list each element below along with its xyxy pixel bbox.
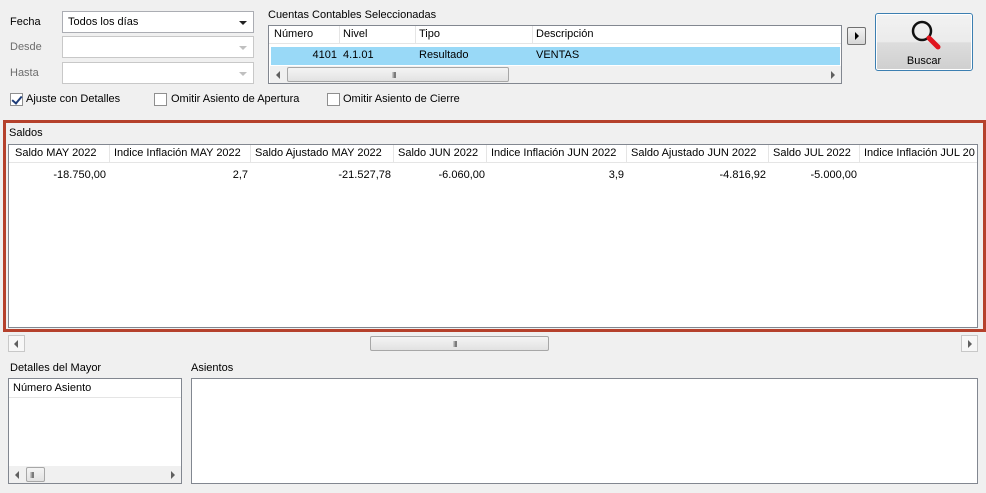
ajuste-label: Ajuste con Detalles bbox=[26, 93, 121, 105]
fecha-label: Fecha bbox=[10, 16, 41, 28]
detalles-hscrollbar[interactable]: III bbox=[9, 466, 181, 483]
cuentas-grid: Número Nivel Tipo Descripción 4101 4.1.0… bbox=[268, 25, 842, 84]
cuentas-hscrollbar[interactable]: III bbox=[270, 66, 841, 83]
desde-select[interactable] bbox=[62, 36, 254, 58]
asientos-panel[interactable] bbox=[191, 378, 978, 484]
col-saldo-may[interactable]: Saldo MAY 2022 bbox=[11, 145, 110, 163]
cell-numero: 4101 bbox=[312, 49, 337, 61]
col-indice-jun[interactable]: Indice Inflación JUN 2022 bbox=[487, 145, 627, 163]
detalles-title: Detalles del Mayor bbox=[10, 362, 102, 374]
apertura-label: Omitir Asiento de Apertura bbox=[171, 93, 300, 105]
cell-saldo-jul: -5.000,00 bbox=[810, 169, 857, 181]
scroll-left-button[interactable] bbox=[9, 466, 26, 483]
ajuste-checkbox[interactable] bbox=[10, 93, 23, 106]
hasta-select[interactable] bbox=[62, 62, 254, 84]
scroll-left-button[interactable] bbox=[270, 66, 287, 83]
cell-indice-may: 2,7 bbox=[232, 169, 248, 181]
scroll-thumb[interactable]: III bbox=[370, 336, 549, 351]
col-numero[interactable]: Número bbox=[271, 26, 340, 44]
col-ajustado-jun[interactable]: Saldo Ajustado JUN 2022 bbox=[627, 145, 769, 163]
hasta-label: Hasta bbox=[10, 67, 39, 79]
scroll-right-button[interactable] bbox=[961, 335, 978, 352]
cierre-label: Omitir Asiento de Cierre bbox=[343, 93, 460, 105]
col-ajustado-may[interactable]: Saldo Ajustado MAY 2022 bbox=[251, 145, 394, 163]
fecha-select-value: Todos los días bbox=[68, 16, 139, 28]
scroll-left-button[interactable] bbox=[8, 335, 25, 352]
expand-button[interactable] bbox=[847, 27, 866, 45]
saldos-grid: Saldo MAY 2022 Indice Inflación MAY 2022… bbox=[8, 144, 978, 328]
buscar-label: Buscar bbox=[906, 55, 942, 67]
search-icon bbox=[911, 20, 941, 50]
chevron-down-icon bbox=[239, 21, 247, 25]
cell-ajustado-may: -21.527,78 bbox=[338, 169, 391, 181]
saldos-title: Saldos bbox=[9, 127, 43, 139]
cell-nivel: 4.1.01 bbox=[343, 49, 374, 61]
col-descripcion[interactable]: Descripción bbox=[533, 26, 841, 44]
cell-ajustado-jun: -4.816,92 bbox=[719, 169, 766, 181]
col-indice-may[interactable]: Indice Inflación MAY 2022 bbox=[110, 145, 251, 163]
saldos-hscrollbar[interactable]: III bbox=[8, 335, 978, 352]
table-row[interactable]: 4101 4.1.01 Resultado VENTAS bbox=[271, 47, 840, 65]
cierre-checkbox[interactable] bbox=[327, 93, 340, 106]
cell-tipo: Resultado bbox=[419, 49, 469, 61]
cell-indice-jun: 3,9 bbox=[608, 169, 624, 181]
desde-label: Desde bbox=[10, 41, 42, 53]
cell-saldo-jun: -6.060,00 bbox=[438, 169, 485, 181]
chevron-down-icon bbox=[239, 46, 247, 50]
scroll-right-button[interactable] bbox=[164, 466, 181, 483]
cuentas-header: Número Nivel Tipo Descripción bbox=[269, 26, 841, 44]
cell-saldo-may: -18.750,00 bbox=[53, 169, 106, 181]
detalles-header: Número Asiento bbox=[9, 379, 181, 398]
fecha-select[interactable]: Todos los días bbox=[62, 11, 254, 33]
chevron-down-icon bbox=[239, 72, 247, 76]
arrow-right-icon bbox=[855, 32, 859, 40]
cuentas-title: Cuentas Contables Seleccionadas bbox=[268, 9, 437, 21]
col-tipo[interactable]: Tipo bbox=[416, 26, 533, 44]
col-saldo-jul[interactable]: Saldo JUL 2022 bbox=[769, 145, 860, 163]
col-indice-jul[interactable]: Indice Inflación JUL 20 bbox=[860, 145, 977, 163]
apertura-checkbox[interactable] bbox=[154, 93, 167, 106]
buscar-button[interactable]: Buscar bbox=[875, 13, 973, 71]
col-nivel[interactable]: Nivel bbox=[340, 26, 416, 44]
saldos-header: Saldo MAY 2022 Indice Inflación MAY 2022… bbox=[9, 145, 977, 163]
detalles-list[interactable]: Número Asiento III bbox=[8, 378, 182, 484]
scroll-thumb[interactable]: III bbox=[287, 67, 509, 82]
cell-descripcion: VENTAS bbox=[536, 49, 580, 61]
asientos-title: Asientos bbox=[191, 362, 234, 374]
scroll-thumb[interactable]: III bbox=[26, 467, 45, 482]
col-saldo-jun[interactable]: Saldo JUN 2022 bbox=[394, 145, 487, 163]
scroll-right-button[interactable] bbox=[824, 66, 841, 83]
col-numero-asiento[interactable]: Número Asiento bbox=[10, 379, 181, 397]
